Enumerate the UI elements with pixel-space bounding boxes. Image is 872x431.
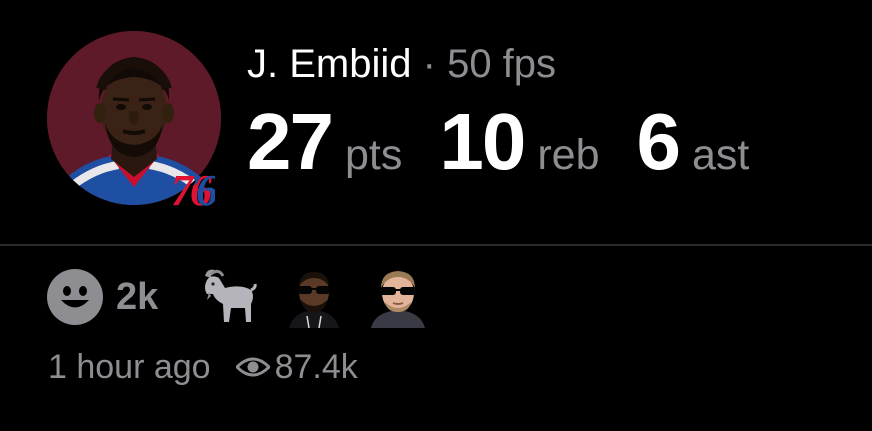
section-divider (0, 244, 872, 246)
sunglasses-face-emoji-2[interactable] (369, 266, 427, 328)
view-count: 87.4k (274, 347, 358, 386)
post-meta: 1 hour ago 87.4k (48, 345, 358, 389)
sunglasses-face-emoji[interactable] (287, 266, 341, 328)
stat-value: 6 (636, 97, 681, 186)
fantasy-points: 50 fps (447, 42, 557, 86)
stat-value: 27 (247, 97, 334, 186)
team-logo-76ers: 76 76 (167, 166, 227, 214)
player-name[interactable]: J. Embiid (247, 42, 412, 86)
stat-label: reb (537, 131, 600, 179)
stat-line: 27 pts 10 reb 6 ast (247, 102, 749, 182)
player-card-header[interactable]: 76 76 J. Embiid · 50 fps 27 pts 10 reb 6… (0, 0, 872, 243)
stat-value: 10 (439, 97, 526, 186)
stat-rebounds: 10 reb (439, 102, 599, 182)
stat-points: 27 pts (247, 102, 402, 182)
timestamp: 1 hour ago (48, 347, 211, 386)
title-separator: · (422, 42, 436, 86)
stat-label: ast (692, 131, 750, 179)
stat-assists: 6 ast (637, 102, 750, 182)
smiley-icon[interactable] (47, 269, 103, 325)
goat-emoji[interactable] (201, 266, 257, 326)
player-title: J. Embiid · 50 fps (247, 42, 556, 86)
reactions-bar: 2k (47, 266, 447, 328)
stat-label: pts (344, 131, 403, 179)
reaction-count[interactable]: 2k (116, 275, 158, 319)
eye-icon (235, 357, 270, 377)
